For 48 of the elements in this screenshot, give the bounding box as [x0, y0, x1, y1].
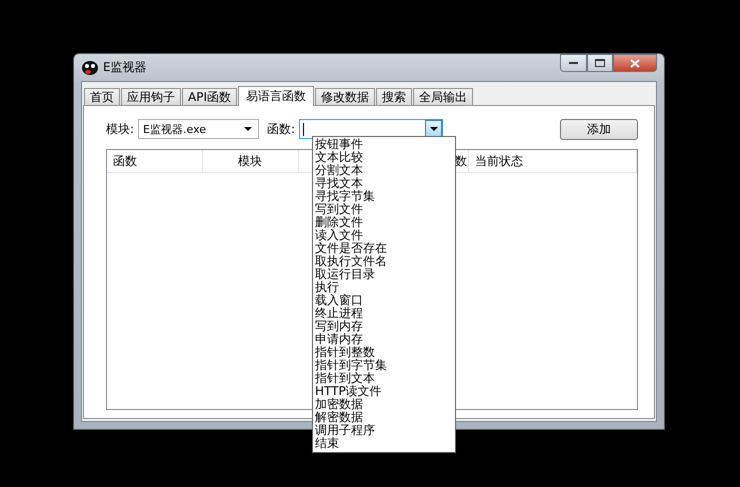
dropdown-item[interactable]: 读入文件	[315, 229, 455, 242]
dropdown-item[interactable]: 申请内存	[315, 333, 455, 346]
dropdown-item[interactable]: 文本比较	[315, 151, 455, 164]
dropdown-item[interactable]: 执行	[315, 281, 455, 294]
dropdown-item[interactable]: 写到内存	[315, 320, 455, 333]
tab[interactable]: 搜索	[376, 88, 412, 105]
dropdown-item[interactable]: HTTP读文件	[315, 385, 455, 398]
dropdown-item[interactable]: 加密数据	[315, 398, 455, 411]
dropdown-item[interactable]: 解密数据	[315, 411, 455, 424]
caret-icon	[430, 126, 438, 132]
caret-icon	[242, 124, 254, 134]
dropdown-item[interactable]: 分割文本	[315, 164, 455, 177]
column-header[interactable]: 函数	[107, 150, 203, 172]
function-label: 函数:	[267, 120, 296, 138]
tab[interactable]: 应用钩子	[121, 88, 181, 105]
dropdown-item[interactable]: 结束	[315, 437, 455, 450]
module-dropdown[interactable]: E监视器.exe	[138, 119, 260, 139]
dropdown-item[interactable]: 文件是否存在	[315, 242, 455, 255]
column-header[interactable]: 模块	[202, 150, 299, 172]
dropdown-item[interactable]: 指针到字节集	[315, 359, 455, 372]
add-button[interactable]: 添加	[560, 118, 638, 140]
dropdown-item[interactable]: 终止进程	[315, 307, 455, 320]
tab[interactable]: 易语言函数	[238, 86, 314, 106]
module-label: 模块:	[106, 120, 134, 138]
tab[interactable]: 首页	[84, 88, 120, 105]
minimize-icon	[569, 61, 578, 65]
dropdown-item[interactable]: 按钮事件	[315, 138, 455, 151]
close-icon	[630, 58, 640, 68]
maximize-button[interactable]	[587, 54, 613, 72]
dropdown-item[interactable]: 调用子程序	[315, 424, 455, 437]
tab[interactable]: API函数	[182, 88, 237, 105]
dropdown-item[interactable]: 指针到整数	[315, 346, 455, 359]
tab[interactable]: 全局输出	[412, 88, 473, 105]
dropdown-item[interactable]: 寻找字节集	[315, 190, 455, 203]
dropdown-item[interactable]: 指针到文本	[315, 372, 455, 385]
dropdown-item[interactable]: 载入窗口	[315, 294, 455, 307]
close-button[interactable]	[613, 54, 657, 72]
tab[interactable]: 修改数据	[314, 88, 375, 105]
dropdown-item[interactable]: 取运行目录	[315, 268, 455, 281]
column-header[interactable]: 当前状态	[468, 150, 638, 172]
dropdown-item[interactable]: 写到文件	[315, 203, 455, 216]
dropdown-item[interactable]: 删除文件	[315, 216, 455, 229]
app-icon	[81, 60, 99, 76]
window-title: E监视器	[103, 59, 147, 76]
dropdown-item[interactable]: 取执行文件名	[315, 255, 455, 268]
maximize-icon	[595, 59, 605, 67]
dropdown-item[interactable]: 寻找文本	[315, 177, 455, 190]
minimize-button[interactable]	[560, 54, 587, 72]
